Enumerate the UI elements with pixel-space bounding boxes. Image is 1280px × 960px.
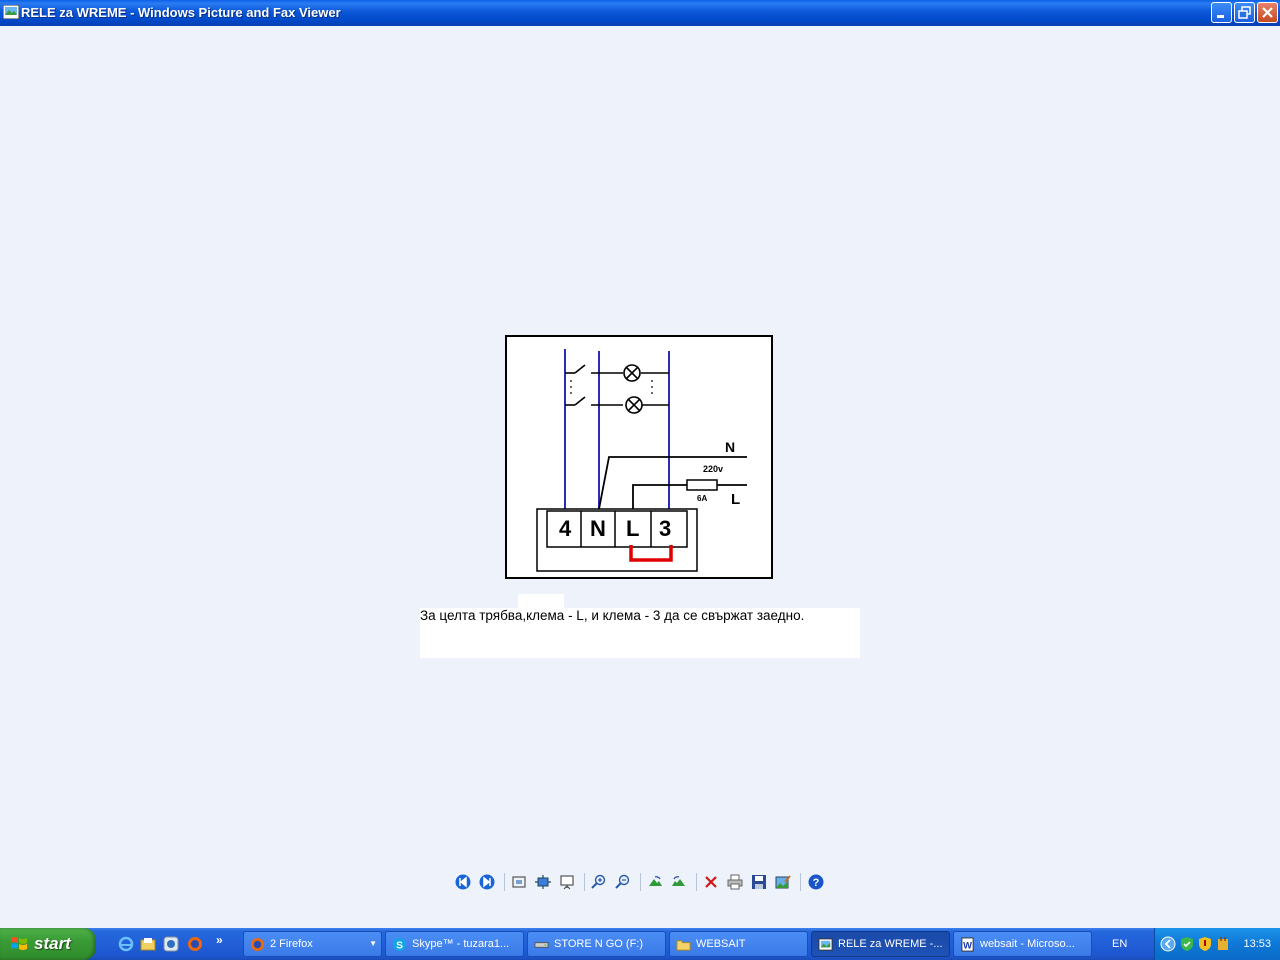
svg-text:S: S (396, 940, 403, 951)
window-title: RELE za WREME - Windows Picture and Fax … (21, 5, 341, 20)
task-store-n-go[interactable]: STORE N GO (F:) (527, 931, 666, 957)
restore-icon (1238, 6, 1251, 19)
switch-2 (565, 396, 623, 406)
task-label: Skype™ - tuzara1... (412, 938, 510, 950)
rotate-clockwise-icon (649, 876, 662, 886)
task-label: 2 Firefox (270, 938, 313, 950)
explorer-folder-icon[interactable] (140, 936, 156, 952)
best-fit-icon (512, 876, 526, 888)
zoom-in-icon (591, 874, 606, 889)
label-n: N (725, 439, 735, 455)
caption-text: За целта трябва,клема - L, и клема - 3 д… (420, 608, 805, 623)
zoom-out-button[interactable] (613, 872, 633, 892)
firefox-quicklaunch-icon[interactable] (187, 936, 203, 952)
help-button[interactable]: ? (806, 872, 826, 892)
previous-image-icon (455, 874, 471, 890)
slideshow-button[interactable] (557, 872, 577, 892)
actual-size-button[interactable] (533, 872, 553, 892)
task-skype[interactable]: S Skype™ - tuzara1... (385, 931, 524, 957)
label-l: L (731, 491, 740, 508)
antivirus-shield-icon[interactable] (1197, 936, 1213, 952)
restore-button[interactable] (1234, 2, 1255, 23)
save-icon (752, 875, 766, 889)
terminal-3: 3 (659, 516, 671, 541)
terminal-4: 4 (559, 516, 572, 541)
skype-icon: S (392, 937, 407, 951)
print-button[interactable] (725, 872, 745, 892)
lamp-1 (623, 364, 669, 382)
image-viewer-area: N L 220v 6A 4 N L 3 За целта трябва,клем… (0, 26, 1280, 928)
start-label: start (34, 934, 71, 953)
show-hidden-icons-icon[interactable] (1160, 936, 1176, 952)
edit-button[interactable] (773, 872, 793, 892)
security-shield-icon[interactable] (1179, 936, 1195, 952)
fuse (686, 479, 718, 491)
label-fuse: 6A (697, 494, 707, 503)
caption-box: За целта трябва,клема - L, и клема - 3 д… (420, 608, 860, 658)
firefox-icon (250, 937, 265, 952)
wiring-diagram-image: N L 220v 6A 4 N L 3 (505, 335, 773, 579)
delete-icon (705, 876, 717, 888)
minimize-icon (1217, 15, 1224, 18)
close-icon (1262, 7, 1273, 18)
system-tray: 13:53 (1154, 928, 1280, 960)
dotted-links (570, 380, 653, 394)
switch-1 (565, 364, 623, 374)
neutral-line (598, 456, 747, 510)
viewer-toolbar: ? (0, 870, 1280, 896)
language-indicator[interactable]: EN (1112, 938, 1127, 950)
task-websait-folder[interactable]: WEBSAIT (669, 931, 808, 957)
best-fit-button[interactable] (509, 872, 529, 892)
next-image-button[interactable] (477, 872, 497, 892)
task-label: WEBSAIT (696, 938, 746, 950)
task-label: RELE za WREME -... (838, 938, 943, 950)
media-player-icon[interactable] (163, 936, 179, 952)
picture-viewer-icon (818, 938, 833, 951)
task-firefox[interactable]: 2 Firefox ▼ (243, 931, 382, 957)
start-button[interactable]: start (0, 928, 96, 960)
help-icon: ? (808, 874, 824, 890)
rotate-counterclockwise-icon (672, 876, 685, 886)
lamp-2 (625, 396, 669, 414)
task-picture-viewer[interactable]: RELE za WREME -... (811, 931, 950, 957)
task-word[interactable]: W websait - Microso... (953, 931, 1092, 957)
save-button[interactable] (749, 872, 769, 892)
rotate-counterclockwise-button[interactable] (669, 872, 689, 892)
taskbar: start » 2 Firefox ▼ S Skype™ - tuzara1..… (0, 928, 1280, 960)
slideshow-icon (560, 875, 574, 890)
drive-icon (534, 942, 549, 948)
svg-text:W: W (963, 940, 972, 950)
notification-icon[interactable] (1215, 936, 1231, 952)
live-line (632, 484, 687, 509)
actual-size-icon (535, 875, 551, 889)
close-button[interactable] (1257, 2, 1278, 23)
chevron-down-icon: ▼ (369, 939, 377, 948)
print-icon (727, 874, 743, 890)
task-label: websait - Microso... (980, 938, 1075, 950)
picture-viewer-app-icon (3, 5, 19, 19)
terminal-n: N (590, 516, 606, 541)
wiring-diagram: N L 220v 6A 4 N L 3 (536, 349, 747, 572)
title-bar[interactable]: RELE za WREME - Windows Picture and Fax … (0, 0, 1280, 26)
svg-text:?: ? (813, 877, 820, 889)
terminal-l: L (626, 516, 639, 541)
edit-icon (775, 875, 791, 889)
label-voltage: 220v (703, 464, 723, 474)
clock[interactable]: 13:53 (1243, 938, 1271, 950)
minimize-button[interactable] (1211, 2, 1232, 23)
windows-logo-icon (11, 937, 27, 950)
delete-button[interactable] (701, 872, 721, 892)
rotate-clockwise-button[interactable] (645, 872, 665, 892)
internet-explorer-icon[interactable] (118, 936, 134, 952)
quicklaunch-chevron[interactable]: » (216, 933, 223, 947)
word-icon: W (961, 937, 974, 952)
zoom-out-icon (615, 874, 630, 889)
next-image-icon (479, 874, 495, 890)
folder-icon (676, 940, 691, 951)
zoom-in-button[interactable] (589, 872, 609, 892)
task-label: STORE N GO (F:) (554, 938, 644, 950)
previous-image-button[interactable] (453, 872, 473, 892)
